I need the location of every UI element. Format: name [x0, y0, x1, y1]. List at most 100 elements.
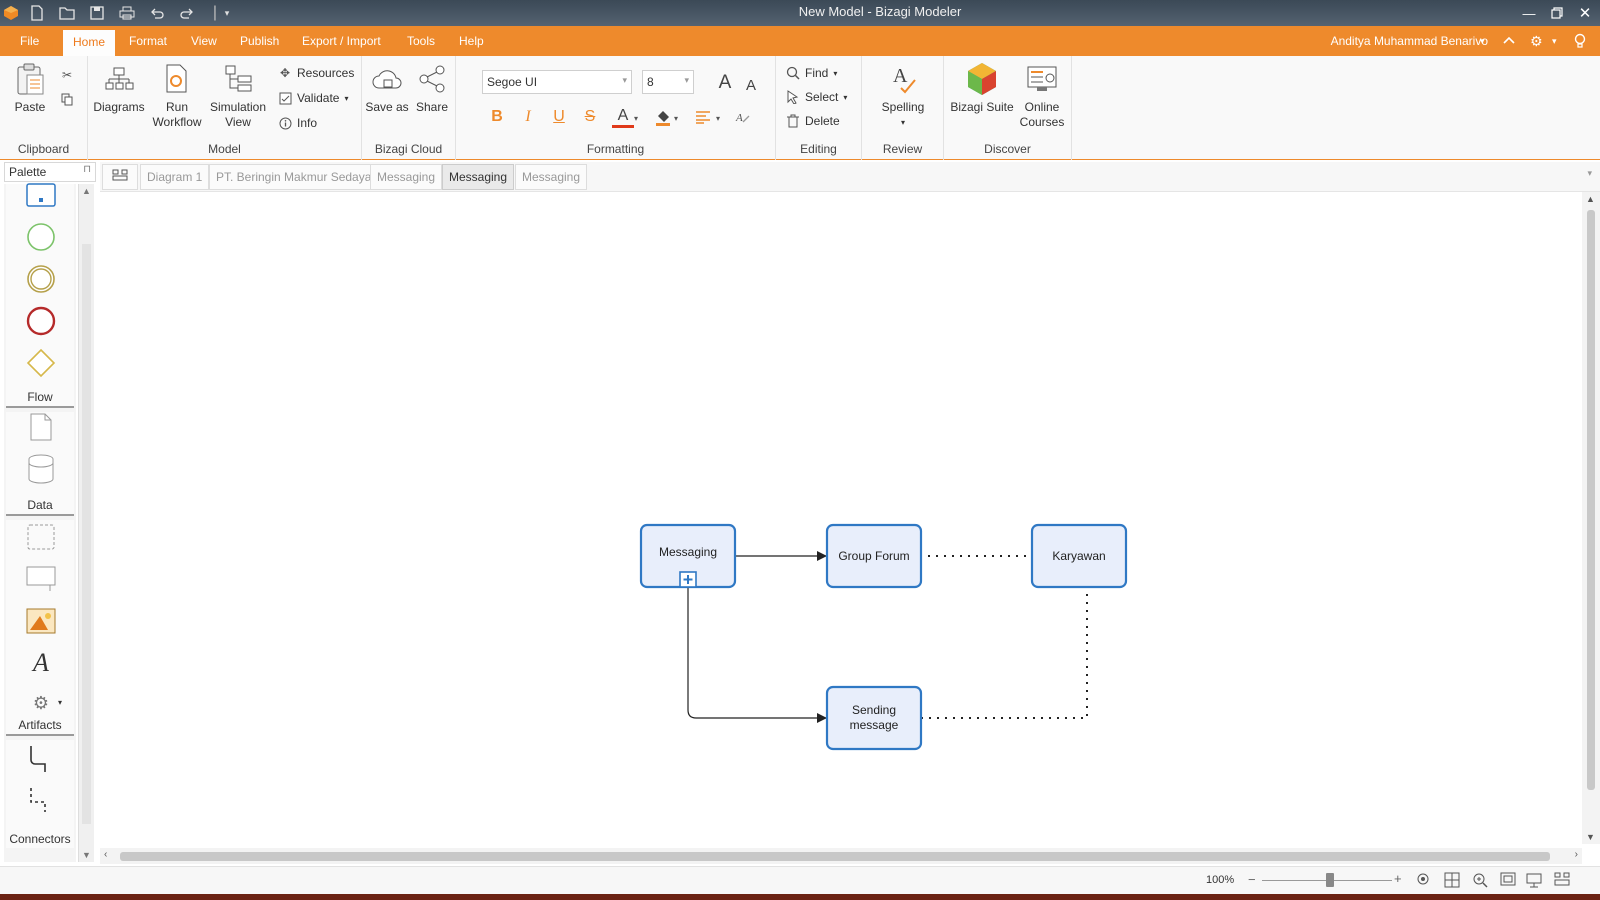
annotation-icon[interactable]: [26, 564, 56, 594]
simulation-view-button[interactable]: Simulation View: [206, 62, 270, 130]
copy-button[interactable]: [60, 90, 74, 108]
font-color-dropdown-icon[interactable]: ▾: [630, 107, 642, 129]
italic-button[interactable]: I: [517, 106, 539, 128]
tab-messaging-2[interactable]: Messaging: [442, 164, 515, 190]
text-icon[interactable]: A: [26, 648, 56, 678]
scroll-down-icon[interactable]: ▼: [82, 850, 91, 860]
delete-button[interactable]: Delete: [786, 112, 840, 130]
share-button[interactable]: Share: [412, 62, 452, 115]
resources-button[interactable]: ✥ Resources: [278, 64, 354, 82]
validate-button[interactable]: Validate ▾: [278, 89, 349, 107]
menu-home[interactable]: Home: [63, 30, 116, 56]
menu-file[interactable]: File: [10, 26, 49, 56]
vertical-scroll-thumb[interactable]: [1587, 210, 1595, 790]
scroll-up-icon[interactable]: ▲: [82, 186, 91, 196]
zoom-magnifier-icon[interactable]: [1472, 872, 1488, 891]
task-shape-icon[interactable]: [26, 180, 56, 210]
paste-button[interactable]: Paste: [10, 62, 50, 115]
scroll-left-icon[interactable]: ‹: [104, 849, 107, 860]
menu-format[interactable]: Format: [119, 26, 177, 56]
save-as-button[interactable]: Save as: [364, 62, 410, 115]
association-karyawan-sending[interactable]: [920, 586, 1088, 719]
spelling-button[interactable]: A Spelling ▾: [876, 62, 930, 130]
association-icon[interactable]: [26, 786, 56, 816]
minimize-icon[interactable]: —: [1516, 2, 1542, 24]
online-courses-button[interactable]: Online Courses: [1016, 62, 1068, 130]
scroll-down-icon[interactable]: ▼: [1586, 832, 1595, 842]
horizontal-scrollbar[interactable]: ‹ ›: [100, 848, 1582, 864]
diagram-canvas[interactable]: Messaging Group Forum Karyawan Sending m…: [100, 192, 1582, 844]
horizontal-scroll-thumb[interactable]: [120, 852, 1550, 861]
bold-button[interactable]: B: [486, 106, 508, 128]
collapse-ribbon-icon[interactable]: [1502, 33, 1516, 49]
close-icon[interactable]: ✕: [1572, 2, 1598, 24]
data-store-icon[interactable]: [26, 454, 56, 484]
sequence-flow-icon[interactable]: [26, 744, 56, 774]
task-karyawan[interactable]: Karyawan: [1030, 523, 1128, 589]
shrink-font-icon[interactable]: A: [740, 74, 762, 96]
tab-list-dropdown-icon[interactable]: ▾: [1587, 168, 1592, 179]
zoom-out-icon[interactable]: −: [1248, 872, 1256, 887]
find-button[interactable]: Find ▾: [786, 64, 837, 82]
palette-scroll-thumb[interactable]: [82, 244, 91, 824]
vertical-scrollbar[interactable]: ▲ ▼: [1582, 192, 1600, 844]
task-sending-message[interactable]: Sending message: [825, 685, 923, 751]
palette-scrollbar[interactable]: ▲ ▼: [78, 184, 94, 862]
tab-overview[interactable]: [102, 164, 138, 190]
bizagi-suite-button[interactable]: Bizagi Suite: [948, 62, 1016, 115]
clear-format-icon[interactable]: A: [732, 106, 754, 128]
fit-page-icon[interactable]: [1416, 872, 1432, 891]
font-family-select[interactable]: Segoe UI ▾: [482, 70, 632, 94]
align-icon[interactable]: [692, 106, 714, 128]
fit-width-icon[interactable]: [1444, 872, 1460, 891]
run-workflow-button[interactable]: Run Workflow: [150, 62, 204, 130]
task-messaging[interactable]: Messaging: [639, 523, 737, 589]
custom-artifact-icon[interactable]: ⚙: [26, 688, 56, 718]
data-object-icon[interactable]: [26, 412, 56, 442]
end-event-icon[interactable]: [26, 306, 56, 336]
pin-icon[interactable]: ⊓: [83, 164, 91, 175]
user-dropdown-icon[interactable]: ▾: [1480, 36, 1485, 47]
underline-button[interactable]: U: [548, 106, 570, 128]
gateway-icon[interactable]: [26, 348, 56, 378]
group-icon[interactable]: [26, 522, 56, 552]
settings-dropdown-icon[interactable]: ▾: [1552, 36, 1557, 47]
user-name[interactable]: Anditya Muhammad Benarivo: [1331, 26, 1488, 56]
tab-diagram-1[interactable]: Diagram 1: [140, 164, 210, 190]
menu-publish[interactable]: Publish: [230, 26, 289, 56]
tab-messaging-3[interactable]: Messaging: [515, 164, 588, 190]
cut-button[interactable]: ✂: [60, 66, 74, 84]
task-group-forum[interactable]: Group Forum: [825, 523, 923, 589]
sequence-flow-messaging-sending[interactable]: [687, 586, 827, 723]
zoom-in-icon[interactable]: +: [1394, 871, 1402, 886]
scroll-right-icon[interactable]: ›: [1575, 849, 1578, 860]
start-event-icon[interactable]: [26, 222, 56, 252]
info-button[interactable]: Info: [278, 114, 317, 132]
menu-export-import[interactable]: Export / Import: [292, 26, 391, 56]
formatting-group-label: Formatting: [586, 142, 645, 156]
overview-map-icon[interactable]: [1554, 872, 1570, 889]
custom-artifact-dropdown-icon[interactable]: ▾: [58, 698, 62, 707]
restore-icon[interactable]: [1544, 2, 1570, 24]
full-screen-icon[interactable]: [1500, 872, 1516, 891]
zoom-slider-thumb[interactable]: [1326, 873, 1334, 887]
select-button[interactable]: Select ▾: [786, 88, 847, 106]
presentation-icon[interactable]: [1526, 872, 1542, 891]
intermediate-event-icon[interactable]: [26, 264, 56, 294]
tab-messaging-1[interactable]: Messaging: [370, 164, 443, 190]
tab-pt-beringin[interactable]: PT. Beringin Makmur Sedaya: [209, 164, 379, 190]
scroll-up-icon[interactable]: ▲: [1586, 194, 1595, 204]
font-size-select[interactable]: 8 ▾: [642, 70, 694, 94]
lightbulb-icon[interactable]: [1574, 33, 1586, 52]
strikethrough-button[interactable]: S: [579, 106, 601, 128]
grow-font-icon[interactable]: A: [714, 72, 736, 94]
menu-help[interactable]: Help: [449, 26, 494, 56]
fill-color-dropdown-icon[interactable]: ▾: [670, 107, 682, 129]
image-icon[interactable]: [26, 606, 56, 636]
gear-icon[interactable]: ⚙: [1530, 33, 1543, 50]
align-dropdown-icon[interactable]: ▾: [712, 107, 724, 129]
menu-view[interactable]: View: [181, 26, 227, 56]
diagrams-button[interactable]: Diagrams: [92, 62, 146, 115]
menu-tools[interactable]: Tools: [397, 26, 445, 56]
subprocess-expand-icon[interactable]: [679, 571, 697, 588]
